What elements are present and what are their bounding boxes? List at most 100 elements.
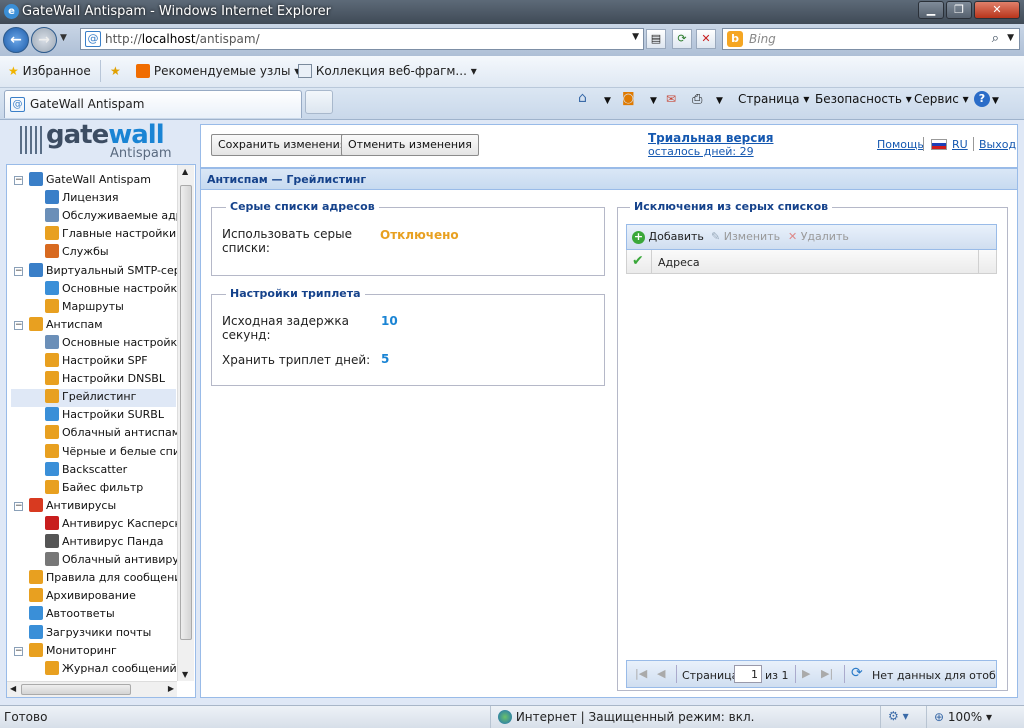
use-gray-lists-value[interactable]: Отключено [380, 228, 459, 242]
tree-item[interactable]: Backscatter [45, 461, 177, 480]
tree-expander-icon[interactable]: − [14, 646, 23, 656]
tree-item[interactable]: Маршруты [45, 298, 177, 317]
language-link[interactable]: RU [952, 138, 968, 151]
tree-expander-icon[interactable]: − [14, 176, 23, 185]
scroll-left-icon[interactable]: ◀ [10, 684, 16, 693]
trial-version-link[interactable]: Триальная версия [648, 131, 773, 145]
scroll-right-icon[interactable]: ▶ [168, 684, 174, 693]
tree-item[interactable]: Настройки SPF [45, 353, 177, 371]
search-dropdown-icon[interactable]: ▼ [1007, 33, 1014, 43]
tree-item[interactable]: GateWall Antispam [29, 172, 177, 190]
tree-vertical-scrollbar[interactable]: ▲ ▼ [177, 165, 194, 681]
tree-item[interactable]: Облачный антивирус [45, 552, 177, 570]
tree-item[interactable]: Правила для сообщений [29, 570, 177, 588]
logo-brand-a: gate [46, 120, 109, 150]
days-left-link[interactable]: осталось дней: 29 [648, 145, 754, 158]
delete-button[interactable]: ✕ Удалить [788, 230, 849, 243]
tree-item-label: Настройки DNSBL [62, 372, 165, 386]
close-button[interactable]: ✕ [974, 1, 1020, 19]
add-favorites-icon[interactable]: ★ [110, 64, 121, 78]
hscroll-thumb[interactable] [21, 684, 131, 695]
tree-item[interactable]: Антивирусы [29, 497, 177, 516]
tree-item[interactable]: Лицензия [45, 190, 177, 208]
checkbox-column-icon[interactable]: ✔ [632, 253, 644, 269]
cancel-changes-button[interactable]: Отменить изменения [341, 134, 479, 156]
safety-menu[interactable]: Безопасность ▾ [815, 92, 912, 106]
add-button[interactable]: + Добавить [632, 230, 704, 244]
tree-item[interactable]: Основные настройки [45, 280, 177, 299]
tree-expander-icon[interactable]: − [14, 320, 23, 330]
recent-pages-icon[interactable]: ▼ [60, 33, 67, 43]
tree-item[interactable]: Мониторинг [29, 642, 177, 661]
mail-icon[interactable]: ✉ [666, 92, 676, 106]
rss-icon[interactable]: ◙ [622, 91, 635, 106]
last-page-icon[interactable]: ▶| [821, 667, 833, 680]
tree-item[interactable]: Главные настройки [45, 226, 177, 244]
next-page-icon[interactable]: ▶ [802, 667, 810, 680]
help-link[interactable]: Помощь [877, 138, 924, 151]
tree-expander-icon[interactable]: − [14, 501, 23, 511]
print-dropdown-icon[interactable]: ▼ [716, 96, 723, 106]
search-box[interactable]: b Bing ⌕ ▼ [722, 28, 1020, 50]
tab-gatewall[interactable]: @ GateWall Antispam [4, 90, 302, 118]
edit-button[interactable]: ✎ Изменить [711, 230, 780, 243]
tree-item[interactable]: Настройки DNSBL [45, 371, 177, 389]
zoom-control[interactable]: ⊕ 100% ▾ [934, 710, 992, 724]
minimize-button[interactable]: ▁ [918, 1, 944, 19]
home-icon[interactable]: ⌂ [578, 90, 587, 106]
tree-item[interactable]: Архивирование [29, 588, 177, 606]
favorites-button[interactable]: ★ Избранное [8, 64, 91, 78]
tree-expander-icon[interactable]: − [14, 266, 23, 276]
refresh-icon[interactable]: ⟳ [672, 29, 692, 49]
compat-view-icon[interactable]: ▤ [646, 29, 666, 49]
prev-page-icon[interactable]: ◀ [657, 667, 665, 680]
back-button[interactable]: ← [3, 27, 29, 53]
forward-button[interactable]: → [31, 27, 57, 53]
rss-dropdown-icon[interactable]: ▼ [650, 96, 657, 106]
bing-icon: b [727, 31, 743, 47]
scroll-thumb[interactable] [180, 185, 192, 640]
tree-item[interactable]: Грейлистинг [11, 389, 176, 408]
keep-triplet-value[interactable]: 5 [381, 352, 389, 366]
tree-item[interactable]: Чёрные и белые списки [45, 443, 177, 462]
page-menu[interactable]: Страница ▾ [738, 92, 809, 106]
recommended-sites-link[interactable]: Рекомендуемые узлы ▾ [136, 64, 300, 78]
search-icon[interactable]: ⌕ [992, 31, 999, 46]
help-dropdown-icon[interactable]: ▼ [992, 96, 999, 106]
address-dropdown-icon[interactable]: ▼ [632, 32, 639, 42]
address-bar[interactable]: @ http://localhost/antispam/ ▼ [80, 28, 644, 50]
home-dropdown-icon[interactable]: ▼ [604, 96, 611, 106]
page-number-input[interactable]: 1 [734, 665, 762, 683]
help-icon[interactable]: ? [974, 91, 990, 107]
tree-item[interactable]: Виртуальный SMTP-сервер [29, 262, 177, 281]
first-page-icon[interactable]: |◀ [635, 667, 647, 680]
tree-item[interactable]: Настройки SURBL [45, 407, 177, 425]
logout-link[interactable]: Выход [979, 138, 1016, 151]
tree-item[interactable]: Байес фильтр [45, 479, 177, 498]
tree-item[interactable]: Антивирус Панда [45, 534, 177, 552]
tree-item[interactable]: Антиспам [29, 316, 177, 335]
tree-item[interactable]: Автоответы [29, 606, 177, 624]
tree-item[interactable]: Основные настройки [45, 334, 177, 353]
print-icon[interactable]: ⎙ [692, 92, 702, 107]
maximize-button[interactable]: ❐ [946, 1, 972, 19]
refresh-grid-icon[interactable]: ⟳ [851, 665, 863, 681]
addresses-column-header[interactable]: Адреса [658, 256, 700, 269]
tree-horizontal-scrollbar[interactable]: ◀ ▶ [7, 681, 177, 697]
tree-item[interactable]: Антивирус Касперского [45, 515, 177, 534]
save-changes-button[interactable]: Сохранить изменения [211, 134, 354, 156]
tree-item[interactable]: Журнал сообщений [45, 660, 177, 679]
scroll-up-icon[interactable]: ▲ [182, 167, 188, 176]
webslice-gallery-link[interactable]: Коллекция веб-фрагм... ▾ [298, 64, 477, 78]
tree-item[interactable]: Обслуживаемые адреса [45, 208, 177, 226]
new-tab-button[interactable] [305, 90, 333, 114]
tree-item[interactable]: Загрузчики почты [29, 624, 177, 643]
scroll-down-icon[interactable]: ▼ [182, 670, 188, 679]
tree-item[interactable]: Облачный антиспам [45, 425, 177, 443]
stop-icon[interactable]: ✕ [696, 29, 716, 49]
tree-item[interactable]: Службы [45, 244, 177, 262]
tools-menu[interactable]: Сервис ▾ [914, 92, 969, 106]
popup-blocker-icon[interactable]: ⚙ ▾ [888, 709, 909, 723]
initial-delay-value[interactable]: 10 [381, 314, 398, 328]
security-zone[interactable]: Интернет | Защищенный режим: вкл. [498, 710, 754, 724]
